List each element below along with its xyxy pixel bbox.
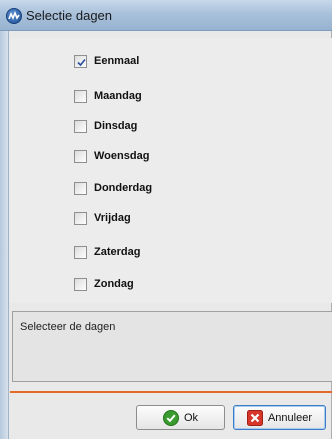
day-label: Vrijdag bbox=[94, 212, 131, 224]
cancel-button[interactable]: Annuleer bbox=[233, 405, 326, 430]
checkbox[interactable] bbox=[74, 181, 87, 195]
day-label: Woensdag bbox=[94, 150, 150, 162]
checkbox[interactable] bbox=[74, 277, 87, 291]
checkbox[interactable] bbox=[74, 149, 87, 163]
day-option-maandag[interactable]: Maandag bbox=[74, 88, 142, 104]
ok-button-label: Ok bbox=[183, 411, 199, 424]
checkbox[interactable] bbox=[74, 119, 87, 133]
day-label: Dinsdag bbox=[94, 120, 138, 132]
day-label: Zaterdag bbox=[94, 246, 141, 258]
day-label: Zondag bbox=[94, 278, 134, 290]
day-label: Maandag bbox=[94, 90, 142, 102]
red-x-icon bbox=[246, 409, 263, 426]
check-mark-icon bbox=[77, 58, 86, 66]
day-option-dinsdag[interactable]: Dinsdag bbox=[74, 118, 137, 134]
app-logo-icon bbox=[6, 8, 22, 24]
cancel-button-label: Annuleer bbox=[267, 411, 313, 424]
window-title: Selectie dagen bbox=[26, 8, 113, 23]
info-text: Selecteer de dagen bbox=[20, 321, 116, 333]
info-box: Selecteer de dagen bbox=[12, 311, 332, 382]
checkbox[interactable] bbox=[74, 54, 87, 68]
title-bar[interactable]: Selectie dagen bbox=[0, 0, 332, 31]
window-left-border bbox=[0, 31, 9, 439]
day-option-zaterdag[interactable]: Zaterdag bbox=[74, 244, 140, 260]
checkbox[interactable] bbox=[74, 89, 87, 103]
ok-button[interactable]: Ok bbox=[136, 405, 225, 430]
checkbox[interactable] bbox=[74, 211, 87, 225]
day-option-eenmaal[interactable]: Eenmaal bbox=[74, 53, 139, 69]
day-option-donderdag[interactable]: Donderdag bbox=[74, 180, 152, 196]
day-label: Donderdag bbox=[94, 182, 153, 194]
day-option-woensdag[interactable]: Woensdag bbox=[74, 148, 149, 164]
day-label: Eenmaal bbox=[94, 55, 140, 67]
check-circle-icon bbox=[162, 409, 179, 426]
day-option-vrijdag[interactable]: Vrijdag bbox=[74, 210, 131, 226]
day-option-zondag[interactable]: Zondag bbox=[74, 276, 134, 292]
orange-separator bbox=[10, 391, 332, 393]
checkbox[interactable] bbox=[74, 245, 87, 259]
day-selection-panel bbox=[10, 38, 332, 303]
